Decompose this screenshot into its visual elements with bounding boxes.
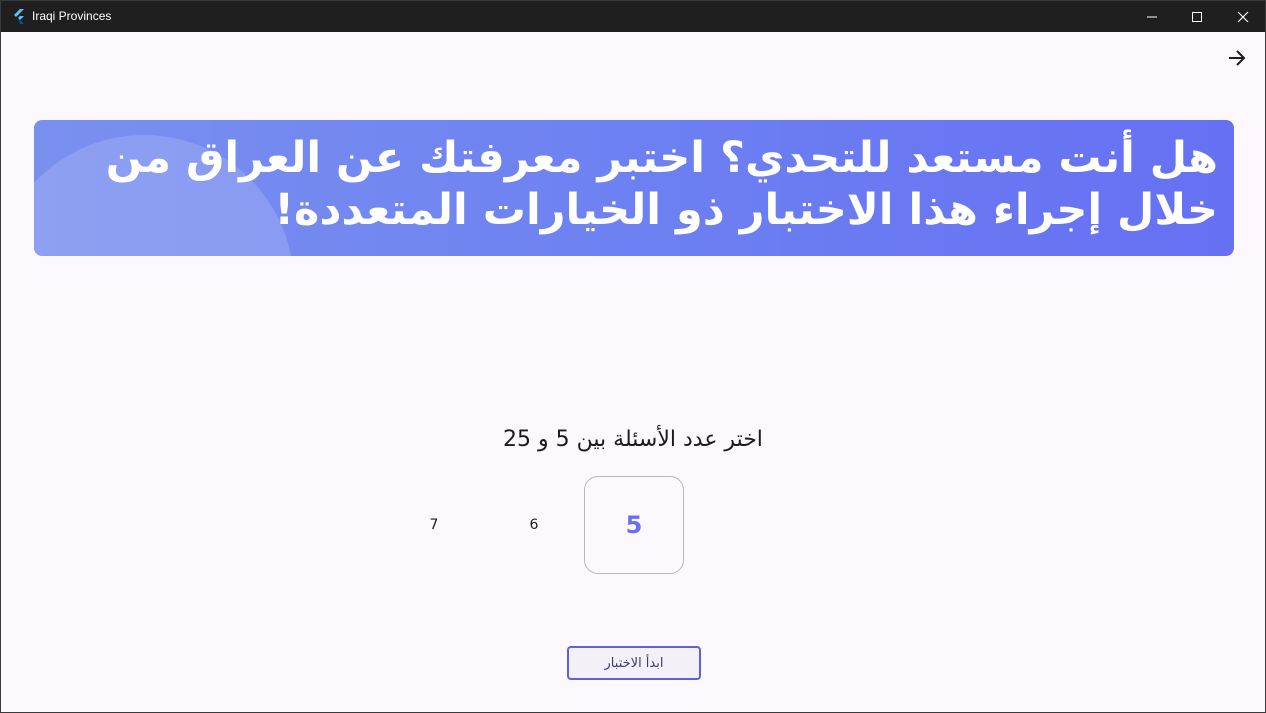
picker-option-6[interactable]: 6 bbox=[484, 476, 584, 574]
picker-option-7[interactable]: 7 bbox=[384, 476, 484, 574]
banner-text: هل أنت مستعد للتحدي؟ اختبر معرفتك عن الع… bbox=[105, 133, 1218, 235]
minimize-button[interactable] bbox=[1129, 1, 1175, 32]
arrow-right-icon bbox=[1227, 48, 1247, 72]
maximize-button[interactable] bbox=[1174, 1, 1220, 32]
start-quiz-button[interactable]: ابدأ الاختبار bbox=[567, 646, 701, 680]
close-button[interactable] bbox=[1220, 1, 1266, 32]
title-bar[interactable]: Iraqi Provinces bbox=[1, 1, 1265, 32]
forward-button[interactable] bbox=[1223, 48, 1251, 72]
app-window: Iraqi Provinces هل أنت مستعد للتحدي؟ اخت… bbox=[0, 0, 1266, 713]
picker-selected-value[interactable]: 5 bbox=[584, 476, 684, 574]
main-content: هل أنت مستعد للتحدي؟ اختبر معرفتك عن الع… bbox=[1, 32, 1265, 712]
question-count-prompt: اختر عدد الأسئلة بين 5 و 25 bbox=[503, 427, 763, 452]
intro-banner: هل أنت مستعد للتحدي؟ اختبر معرفتك عن الع… bbox=[34, 120, 1234, 256]
flutter-icon bbox=[11, 8, 27, 24]
window-title: Iraqi Provinces bbox=[32, 9, 112, 23]
